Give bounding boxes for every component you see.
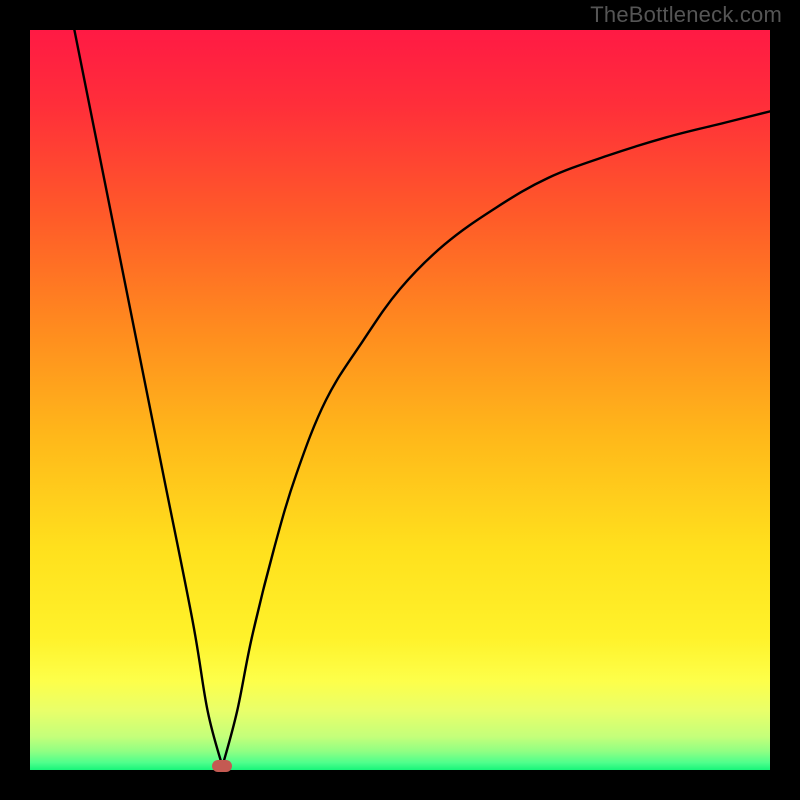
watermark-text: TheBottleneck.com xyxy=(590,2,782,28)
minimum-marker xyxy=(212,760,232,772)
chart-frame: TheBottleneck.com xyxy=(0,0,800,800)
curve-left-branch xyxy=(74,30,222,766)
plot-area xyxy=(30,30,770,770)
curve-layer xyxy=(30,30,770,770)
curve-right-branch xyxy=(222,111,770,766)
